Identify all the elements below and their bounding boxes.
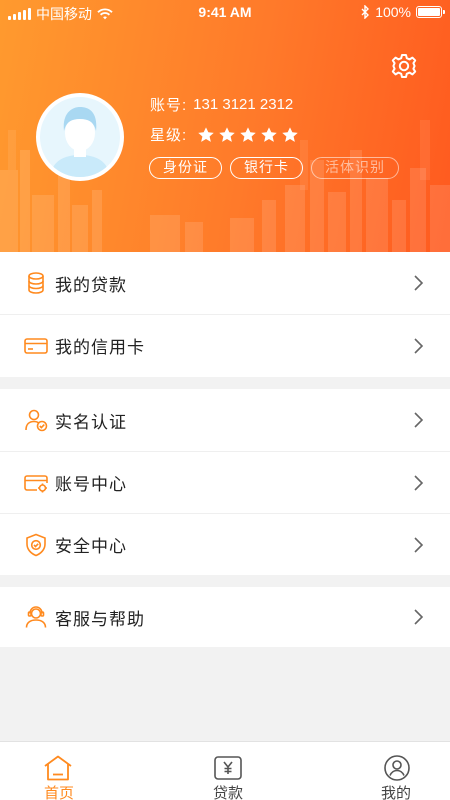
status-bar: 中国移动 9:41 AM 100% bbox=[0, 0, 450, 26]
chevron-right-icon bbox=[414, 337, 424, 354]
menu-item-label: 客服与帮助 bbox=[55, 609, 145, 629]
menu-item-label: 安全中心 bbox=[55, 537, 127, 556]
menu-group-finance: 我的贷款 我的信用卡 bbox=[0, 252, 450, 377]
star-icon bbox=[240, 126, 256, 142]
account-card-icon bbox=[24, 474, 48, 492]
star-icon bbox=[198, 126, 214, 142]
verification-badges: 身份证 银行卡 活体识别 bbox=[149, 157, 399, 179]
menu-item-customer-service[interactable]: 客服与帮助 bbox=[0, 587, 450, 647]
credit-card-icon bbox=[24, 337, 48, 354]
chevron-right-icon bbox=[414, 536, 424, 553]
bluetooth-icon bbox=[361, 5, 370, 19]
user-circle-icon bbox=[384, 755, 410, 781]
user-verified-icon bbox=[25, 409, 48, 432]
tab-label: 贷款 bbox=[212, 785, 243, 800]
menu-item-my-credit-card[interactable]: 我的信用卡 bbox=[0, 314, 450, 376]
tab-home[interactable]: 首页 bbox=[19, 742, 99, 800]
tab-label: 我的 bbox=[380, 785, 411, 800]
headset-user-icon bbox=[25, 606, 47, 628]
star-icon bbox=[219, 126, 235, 142]
chevron-right-icon bbox=[414, 609, 424, 625]
tab-label: 首页 bbox=[43, 785, 74, 800]
menu-item-label: 实名认证 bbox=[55, 412, 127, 432]
star-icon bbox=[261, 126, 277, 142]
default-user-avatar-icon bbox=[50, 107, 110, 177]
star-icon bbox=[282, 126, 298, 142]
star-level-label: 星级: bbox=[150, 127, 188, 144]
avatar[interactable] bbox=[36, 93, 124, 181]
star-rating bbox=[197, 126, 299, 144]
account-row: 账号: 131 3121 2312 bbox=[150, 94, 293, 115]
settings-gear-icon[interactable] bbox=[390, 52, 418, 80]
chevron-right-icon bbox=[414, 412, 424, 428]
chevron-right-icon bbox=[414, 474, 424, 491]
menu-group-account: 实名认证 账号中心 安全中心 bbox=[0, 389, 450, 575]
menu-item-my-loans[interactable]: 我的贷款 bbox=[0, 252, 450, 314]
id-card-badge[interactable]: 身份证 bbox=[149, 157, 222, 179]
profile-header: 中国移动 9:41 AM 100% 账号: 131 3121 2312 星级: … bbox=[0, 0, 450, 252]
liveness-detection-badge[interactable]: 活体识别 bbox=[311, 157, 399, 179]
menu-item-label: 我的贷款 bbox=[55, 275, 127, 295]
tab-profile[interactable]: 我的 bbox=[356, 742, 436, 800]
yuan-box-icon bbox=[214, 756, 242, 780]
menu-item-label: 账号中心 bbox=[55, 475, 127, 494]
menu-item-security-center[interactable]: 安全中心 bbox=[0, 513, 450, 575]
shield-icon bbox=[26, 533, 46, 556]
battery-icon bbox=[416, 6, 445, 18]
bank-card-badge[interactable]: 银行卡 bbox=[230, 157, 303, 179]
coins-icon bbox=[28, 272, 44, 294]
battery-percent: 100% bbox=[375, 4, 411, 20]
bottom-tab-bar: 首页 贷款 我的 bbox=[0, 741, 450, 800]
account-number: 131 3121 2312 bbox=[193, 96, 294, 113]
menu-group-support: 客服与帮助 bbox=[0, 587, 450, 647]
tab-loans[interactable]: 贷款 bbox=[188, 742, 268, 800]
home-icon bbox=[44, 755, 72, 781]
chevron-right-icon bbox=[414, 275, 424, 291]
menu-item-real-name-verification[interactable]: 实名认证 bbox=[0, 389, 450, 451]
account-label: 账号: bbox=[150, 97, 188, 114]
menu-item-account-center[interactable]: 账号中心 bbox=[0, 451, 450, 513]
star-level-row: 星级: bbox=[150, 124, 299, 145]
menu-item-label: 我的信用卡 bbox=[55, 338, 145, 357]
